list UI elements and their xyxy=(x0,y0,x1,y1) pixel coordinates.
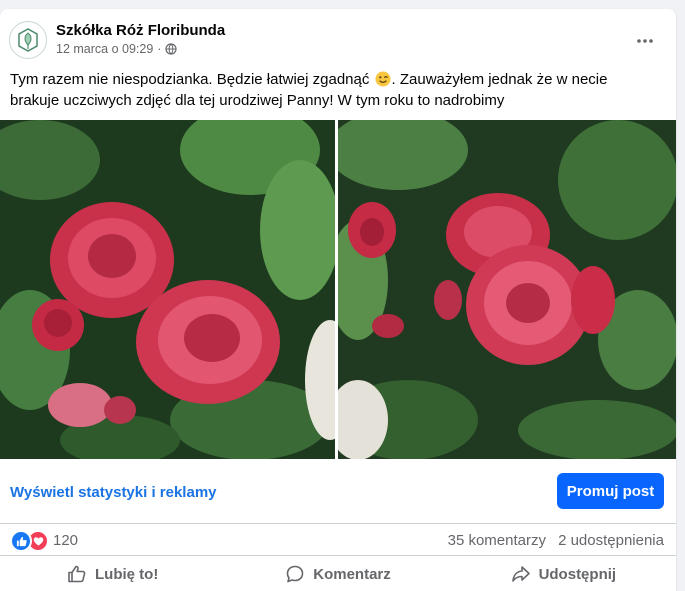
rose-photo-right[interactable] xyxy=(338,120,676,459)
share-button-label: Udostępnij xyxy=(538,565,617,583)
floribunda-logo-icon xyxy=(18,28,38,52)
roses-image-left xyxy=(0,120,335,459)
shares-count-link[interactable]: 2 udostępnienia xyxy=(558,532,664,549)
photo-grid xyxy=(0,120,676,459)
meta-separator: · xyxy=(157,42,162,56)
share-button[interactable]: Udostępnij xyxy=(451,556,676,591)
like-button-label: Lubię to! xyxy=(95,565,159,583)
more-dots-icon xyxy=(637,39,653,43)
reactions-bar: 120 35 komentarzy 2 udostępnienia xyxy=(0,523,676,555)
comment-button[interactable]: Komentarz xyxy=(225,556,450,591)
post-header: Szkółka Róż Floribunda 12 marca o 09:29 … xyxy=(0,9,676,67)
rose-photo-left[interactable] xyxy=(0,120,335,459)
action-bar: Lubię to! Komentarz Udostępnij xyxy=(0,555,676,591)
reaction-count[interactable]: 120 xyxy=(53,532,78,549)
post-text: Tym razem nie niespodzianka. Będzie łatw… xyxy=(10,69,660,111)
promo-bar: Wyświetl statystyki i reklamy Promuj pos… xyxy=(0,461,676,524)
post-text-part1: Tym razem nie niespodzianka. Będzie łatw… xyxy=(10,71,374,88)
like-button[interactable]: Lubię to! xyxy=(0,556,225,591)
post-meta: 12 marca o 09:29 · xyxy=(56,42,178,56)
thumbs-up-icon xyxy=(68,565,86,583)
post-card: Szkółka Róż Floribunda 12 marca o 09:29 … xyxy=(0,9,676,591)
roses-image-right xyxy=(338,120,676,459)
page-name-link[interactable]: Szkółka Róż Floribunda xyxy=(56,22,225,39)
post-date-link[interactable]: 12 marca o 09:29 xyxy=(56,42,153,56)
view-insights-link[interactable]: Wyświetl statystyki i reklamy xyxy=(10,484,217,501)
winking-face-icon xyxy=(375,71,391,87)
share-arrow-icon xyxy=(511,566,530,582)
more-options-button[interactable] xyxy=(630,31,660,51)
comment-bubble-icon xyxy=(286,565,304,583)
page-avatar[interactable] xyxy=(9,21,47,59)
promote-post-button[interactable]: Promuj post xyxy=(557,473,664,509)
comments-count-link[interactable]: 35 komentarzy xyxy=(448,532,546,549)
globe-icon[interactable] xyxy=(165,43,178,55)
reaction-icons[interactable] xyxy=(10,530,49,552)
comment-button-label: Komentarz xyxy=(313,565,391,583)
like-icon xyxy=(10,530,32,552)
